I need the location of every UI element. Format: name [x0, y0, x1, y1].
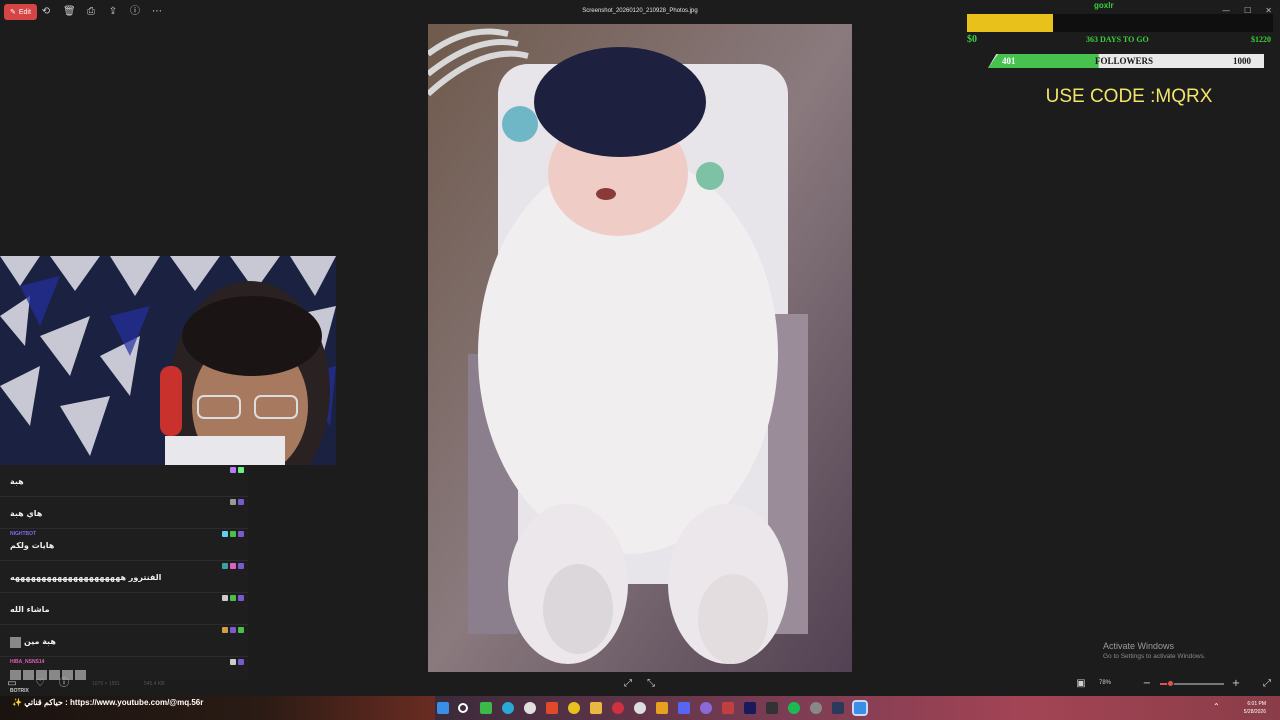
- chat-text: هبة مين: [24, 637, 56, 646]
- clock-time: 6:01 PM: [1247, 701, 1266, 707]
- chat-message: الفنترور هههههههههههههههههههههه: [0, 560, 248, 592]
- followers-goal: 1000: [1233, 56, 1251, 66]
- network-icon[interactable]: ⌃: [1213, 702, 1225, 714]
- activate-subtitle: Go to Settings to activate Windows.: [1103, 653, 1206, 660]
- zoom-out-icon[interactable]: −: [1141, 678, 1153, 690]
- zoom-slider[interactable]: [1160, 680, 1224, 687]
- followers-current: 401: [1002, 56, 1016, 66]
- webcam-feed: [0, 256, 336, 465]
- edge-icon[interactable]: [502, 702, 514, 714]
- app-icon[interactable]: [612, 702, 624, 714]
- botrix-label: BOTRIX: [10, 688, 29, 694]
- expand-icon[interactable]: ⤢: [1261, 678, 1273, 690]
- status-bar: ▭ ♡ ⓘ 1079 × 1551 545.4 KB ⤢ ⤡ ▣ − + ⤢: [0, 678, 1280, 692]
- chat-text: هبة: [10, 477, 24, 486]
- zoom-level[interactable]: 78%: [1099, 680, 1111, 686]
- filmstrip-icon[interactable]: ▣: [1075, 678, 1087, 690]
- chat-text: ماشاء الله: [10, 605, 50, 614]
- ticker-bar: ✨ حياكم قناتي : https://www.youtube.com/…: [0, 696, 435, 720]
- fit-window-icon[interactable]: ⤢: [622, 678, 634, 690]
- app-icon[interactable]: [766, 702, 778, 714]
- xbox-icon[interactable]: [480, 702, 492, 714]
- steam-icon[interactable]: [832, 702, 844, 714]
- chat-message: ماشاء الله: [0, 592, 248, 624]
- zoom-in-icon[interactable]: +: [1230, 678, 1242, 690]
- chat-badges: [222, 595, 244, 601]
- goal-current: $0: [967, 34, 977, 45]
- promo-code: USE CODE :MQRX: [1045, 86, 1213, 107]
- info-icon[interactable]: ⓘ: [58, 678, 70, 690]
- app-icon[interactable]: [656, 702, 668, 714]
- chat-message: HIBA_NSNS14: [0, 656, 248, 680]
- photo-image: [428, 24, 852, 672]
- chat-badges: [230, 499, 244, 505]
- taskbar: ⌃ 6:01 PM 5/28/2026: [435, 696, 1280, 720]
- chat-text: هاي هبة: [10, 509, 43, 518]
- actual-size-icon[interactable]: ⤡: [645, 678, 657, 690]
- goal-target: $1220: [1251, 35, 1271, 44]
- start-icon[interactable]: [437, 702, 449, 714]
- chat-badges: [222, 531, 244, 537]
- emote-image: [10, 637, 21, 648]
- chat-username: NIGHTBOT: [10, 531, 37, 537]
- brave-icon[interactable]: [546, 702, 558, 714]
- app-icon[interactable]: [722, 702, 734, 714]
- app-icon[interactable]: [700, 702, 712, 714]
- image-size: 545.4 KB: [144, 681, 165, 687]
- chat-badges: [222, 563, 244, 569]
- spotify-icon[interactable]: [788, 702, 800, 714]
- clock-date: 5/28/2026: [1243, 709, 1266, 715]
- image-dimensions: 1079 × 1551: [92, 681, 120, 687]
- file-explorer-icon[interactable]: [590, 702, 602, 714]
- followers-label: FOLLOWERS: [1095, 56, 1154, 66]
- photos-icon[interactable]: [852, 700, 868, 716]
- activate-title: Activate Windows: [1103, 641, 1175, 651]
- app-icon[interactable]: [810, 702, 822, 714]
- chat-message: هبة: [0, 465, 248, 496]
- chrome-icon[interactable]: [568, 702, 580, 714]
- activate-windows-watermark: Activate Windows Go to Settings to activ…: [1103, 641, 1206, 660]
- chat-message: NIGHTBOT هايات ولكم: [0, 528, 248, 560]
- chat-text: الفنترور هههههههههههههههههههههه: [10, 573, 162, 582]
- webcam-image: [0, 256, 336, 465]
- top-tag: goxlr: [1094, 1, 1114, 10]
- clock[interactable]: 6:01 PM 5/28/2026: [1244, 700, 1266, 716]
- obs-icon[interactable]: [634, 702, 646, 714]
- favorite-icon[interactable]: ♡: [34, 678, 46, 690]
- chat-username: HIBA_NSNS14: [10, 659, 45, 665]
- baby-photo: [428, 24, 852, 672]
- chat-message: هبة مين: [0, 624, 248, 656]
- goal-days: 363 DAYS TO GO: [1086, 35, 1149, 44]
- chat-badges: [230, 467, 244, 473]
- goal-bar-fill: [967, 14, 1053, 32]
- discord-icon[interactable]: [678, 702, 690, 714]
- chat-message: هاي هبة: [0, 496, 248, 528]
- ticker-text: ✨ حياكم قناتي : https://www.youtube.com/…: [12, 698, 204, 707]
- chat-text: هايات ولكم: [10, 541, 55, 550]
- chat-badges: [230, 659, 244, 665]
- search-icon[interactable]: [458, 703, 468, 713]
- followers-bar: 401 FOLLOWERS 1000: [988, 54, 1264, 68]
- premiere-icon[interactable]: [744, 702, 756, 714]
- chat-panel: هبة هاي هبة NIGHTBOT هايات ولكم الفنترور…: [0, 465, 248, 680]
- settings-icon[interactable]: [524, 702, 536, 714]
- chat-badges: [222, 627, 244, 633]
- zoom-slider-knob[interactable]: [1166, 680, 1174, 687]
- goal-bar: [967, 14, 1273, 32]
